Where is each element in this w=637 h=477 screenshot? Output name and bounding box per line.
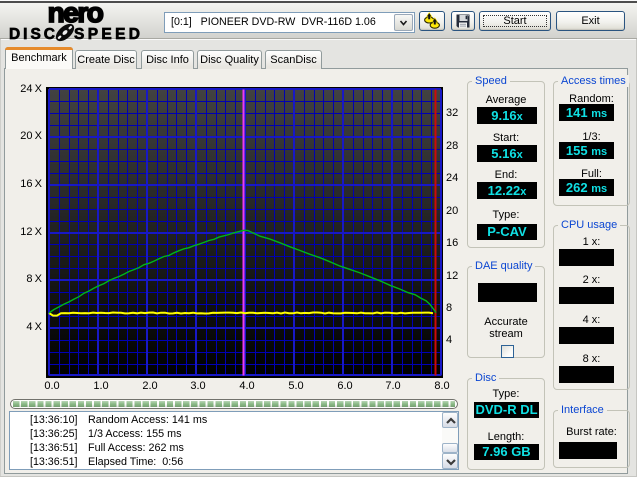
svg-text:nero: nero: [48, 0, 104, 28]
svg-text:SPEED: SPEED: [74, 26, 140, 43]
svg-text:DISC: DISC: [9, 26, 55, 43]
